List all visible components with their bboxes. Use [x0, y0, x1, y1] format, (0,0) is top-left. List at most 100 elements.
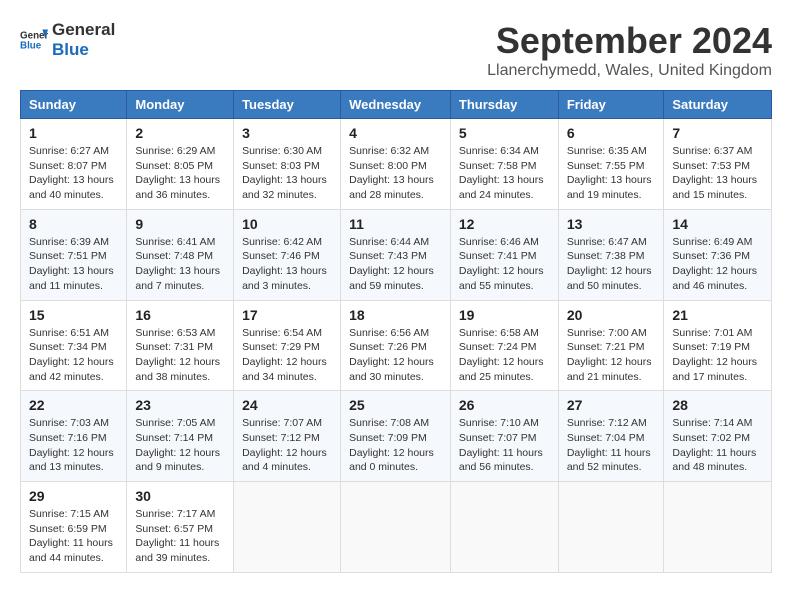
day-number: 8 [29, 216, 118, 232]
weekday-header-friday: Friday [558, 91, 664, 119]
day-info: Sunrise: 7:08 AMSunset: 7:09 PMDaylight:… [349, 416, 442, 475]
day-number: 12 [459, 216, 550, 232]
day-info: Sunrise: 6:34 AMSunset: 7:58 PMDaylight:… [459, 144, 550, 203]
day-number: 30 [135, 488, 225, 504]
logo-line1: General [52, 20, 115, 40]
day-number: 23 [135, 397, 225, 413]
calendar-cell: 19 Sunrise: 6:58 AMSunset: 7:24 PMDayligh… [450, 300, 558, 391]
weekday-header-thursday: Thursday [450, 91, 558, 119]
day-info: Sunrise: 6:47 AMSunset: 7:38 PMDaylight:… [567, 235, 656, 294]
calendar-week-row: 29 Sunrise: 7:15 AMSunset: 6:59 PMDayligh… [21, 482, 772, 573]
calendar-cell: 21 Sunrise: 7:01 AMSunset: 7:19 PMDayligh… [664, 300, 772, 391]
weekday-header-tuesday: Tuesday [234, 91, 341, 119]
day-info: Sunrise: 6:41 AMSunset: 7:48 PMDaylight:… [135, 235, 225, 294]
day-number: 16 [135, 307, 225, 323]
day-info: Sunrise: 7:10 AMSunset: 7:07 PMDaylight:… [459, 416, 550, 475]
day-info: Sunrise: 6:37 AMSunset: 7:53 PMDaylight:… [672, 144, 763, 203]
calendar-cell: 24 Sunrise: 7:07 AMSunset: 7:12 PMDayligh… [234, 391, 341, 482]
calendar-cell: 12 Sunrise: 6:46 AMSunset: 7:41 PMDayligh… [450, 209, 558, 300]
calendar-cell: 13 Sunrise: 6:47 AMSunset: 7:38 PMDayligh… [558, 209, 664, 300]
day-number: 19 [459, 307, 550, 323]
day-number: 22 [29, 397, 118, 413]
title-section: September 2024 Llanerchymedd, Wales, Uni… [487, 20, 772, 80]
calendar-cell: 7 Sunrise: 6:37 AMSunset: 7:53 PMDaylight… [664, 119, 772, 210]
calendar-cell: 8 Sunrise: 6:39 AMSunset: 7:51 PMDaylight… [21, 209, 127, 300]
day-info: Sunrise: 6:29 AMSunset: 8:05 PMDaylight:… [135, 144, 225, 203]
location-title: Llanerchymedd, Wales, United Kingdom [487, 62, 772, 80]
day-number: 5 [459, 125, 550, 141]
calendar-cell: 23 Sunrise: 7:05 AMSunset: 7:14 PMDayligh… [127, 391, 234, 482]
day-info: Sunrise: 7:00 AMSunset: 7:21 PMDaylight:… [567, 326, 656, 385]
weekday-header-sunday: Sunday [21, 91, 127, 119]
month-title: September 2024 [487, 20, 772, 62]
calendar-cell: 26 Sunrise: 7:10 AMSunset: 7:07 PMDayligh… [450, 391, 558, 482]
day-number: 4 [349, 125, 442, 141]
calendar-cell: 17 Sunrise: 6:54 AMSunset: 7:29 PMDayligh… [234, 300, 341, 391]
day-number: 2 [135, 125, 225, 141]
calendar-cell: 9Sunrise: 6:41 AMSunset: 7:48 PMDaylight… [127, 209, 234, 300]
day-info: Sunrise: 7:03 AMSunset: 7:16 PMDaylight:… [29, 416, 118, 475]
calendar-cell: 16 Sunrise: 6:53 AMSunset: 7:31 PMDayligh… [127, 300, 234, 391]
calendar-cell: 27Sunrise: 7:12 AMSunset: 7:04 PMDayligh… [558, 391, 664, 482]
calendar-week-row: 22 Sunrise: 7:03 AMSunset: 7:16 PMDayligh… [21, 391, 772, 482]
day-number: 18 [349, 307, 442, 323]
calendar-cell: 20Sunrise: 7:00 AMSunset: 7:21 PMDayligh… [558, 300, 664, 391]
day-info: Sunrise: 6:39 AMSunset: 7:51 PMDaylight:… [29, 235, 118, 294]
calendar-cell: 4 Sunrise: 6:32 AMSunset: 8:00 PMDaylight… [341, 119, 451, 210]
weekday-header-saturday: Saturday [664, 91, 772, 119]
calendar-table: SundayMondayTuesdayWednesdayThursdayFrid… [20, 90, 772, 573]
day-number: 24 [242, 397, 332, 413]
day-info: Sunrise: 6:54 AMSunset: 7:29 PMDaylight:… [242, 326, 332, 385]
day-number: 7 [672, 125, 763, 141]
day-info: Sunrise: 7:15 AMSunset: 6:59 PMDaylight:… [29, 507, 118, 566]
calendar-cell: 3Sunrise: 6:30 AMSunset: 8:03 PMDaylight… [234, 119, 341, 210]
day-number: 10 [242, 216, 332, 232]
day-number: 29 [29, 488, 118, 504]
day-info: Sunrise: 7:17 AMSunset: 6:57 PMDaylight:… [135, 507, 225, 566]
day-info: Sunrise: 7:01 AMSunset: 7:19 PMDaylight:… [672, 326, 763, 385]
day-number: 3 [242, 125, 332, 141]
calendar-cell [664, 482, 772, 573]
calendar-cell: 11Sunrise: 6:44 AMSunset: 7:43 PMDayligh… [341, 209, 451, 300]
calendar-cell [341, 482, 451, 573]
page-header: General Blue General Blue September 2024… [20, 20, 772, 80]
day-number: 11 [349, 216, 442, 232]
day-number: 6 [567, 125, 656, 141]
calendar-cell: 30 Sunrise: 7:17 AMSunset: 6:57 PMDayligh… [127, 482, 234, 573]
day-number: 26 [459, 397, 550, 413]
day-number: 14 [672, 216, 763, 232]
calendar-cell [558, 482, 664, 573]
day-info: Sunrise: 6:35 AMSunset: 7:55 PMDaylight:… [567, 144, 656, 203]
day-number: 13 [567, 216, 656, 232]
day-info: Sunrise: 6:42 AMSunset: 7:46 PMDaylight:… [242, 235, 332, 294]
calendar-cell: 22 Sunrise: 7:03 AMSunset: 7:16 PMDayligh… [21, 391, 127, 482]
day-info: Sunrise: 7:14 AMSunset: 7:02 PMDaylight:… [672, 416, 763, 475]
calendar-cell: 2 Sunrise: 6:29 AMSunset: 8:05 PMDaylight… [127, 119, 234, 210]
calendar-cell: 15Sunrise: 6:51 AMSunset: 7:34 PMDayligh… [21, 300, 127, 391]
logo: General Blue General Blue [20, 20, 115, 61]
day-info: Sunrise: 6:32 AMSunset: 8:00 PMDaylight:… [349, 144, 442, 203]
day-info: Sunrise: 6:53 AMSunset: 7:31 PMDaylight:… [135, 326, 225, 385]
calendar-week-row: 15Sunrise: 6:51 AMSunset: 7:34 PMDayligh… [21, 300, 772, 391]
day-number: 17 [242, 307, 332, 323]
calendar-cell [234, 482, 341, 573]
logo-line2: Blue [52, 40, 115, 60]
day-info: Sunrise: 6:46 AMSunset: 7:41 PMDaylight:… [459, 235, 550, 294]
day-number: 21 [672, 307, 763, 323]
day-info: Sunrise: 7:07 AMSunset: 7:12 PMDaylight:… [242, 416, 332, 475]
day-info: Sunrise: 6:27 AMSunset: 8:07 PMDaylight:… [29, 144, 118, 203]
svg-text:Blue: Blue [20, 41, 42, 52]
day-info: Sunrise: 7:12 AMSunset: 7:04 PMDaylight:… [567, 416, 656, 475]
calendar-cell: 10 Sunrise: 6:42 AMSunset: 7:46 PMDayligh… [234, 209, 341, 300]
calendar-cell: 14Sunrise: 6:49 AMSunset: 7:36 PMDayligh… [664, 209, 772, 300]
calendar-cell: 28Sunrise: 7:14 AMSunset: 7:02 PMDayligh… [664, 391, 772, 482]
calendar-cell: 25Sunrise: 7:08 AMSunset: 7:09 PMDayligh… [341, 391, 451, 482]
logo-icon: General Blue [20, 26, 48, 54]
calendar-cell: 18Sunrise: 6:56 AMSunset: 7:26 PMDayligh… [341, 300, 451, 391]
day-info: Sunrise: 7:05 AMSunset: 7:14 PMDaylight:… [135, 416, 225, 475]
calendar-cell: 1Sunrise: 6:27 AMSunset: 8:07 PMDaylight… [21, 119, 127, 210]
day-info: Sunrise: 6:58 AMSunset: 7:24 PMDaylight:… [459, 326, 550, 385]
calendar-header-row: SundayMondayTuesdayWednesdayThursdayFrid… [21, 91, 772, 119]
calendar-week-row: 8 Sunrise: 6:39 AMSunset: 7:51 PMDaylight… [21, 209, 772, 300]
weekday-header-wednesday: Wednesday [341, 91, 451, 119]
